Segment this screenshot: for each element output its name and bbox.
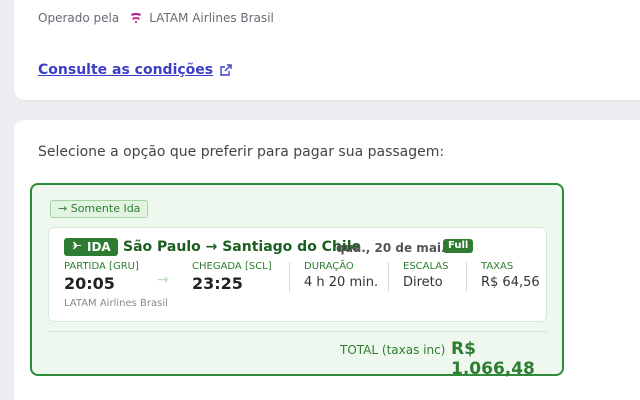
duration-label: DURAÇÃO: [304, 261, 354, 272]
operated-by: Operado pela LATAM Airlines Brasil: [38, 11, 274, 25]
divider: [388, 262, 389, 292]
stops-value: Direto: [403, 275, 443, 290]
one-way-tag: → Somente Ida: [50, 200, 149, 218]
arrival-info: CHEGADA [SCL] 23:25: [192, 261, 272, 293]
total-label: TOTAL (taxas inc): [340, 343, 446, 357]
operated-by-label: Operado pela: [38, 11, 120, 25]
duration-info: DURAÇÃO 4 h 20 min.: [304, 261, 378, 290]
direction-badge-label: IDA: [87, 240, 111, 254]
divider: [289, 262, 290, 292]
payment-option-card[interactable]: → Somente Ida IDA São Paulo → Santiago d…: [30, 183, 564, 379]
external-link-icon[interactable]: [219, 63, 233, 77]
payment-instruction: Selecione a opção que preferir para paga…: [38, 144, 445, 160]
flight-airline: LATAM Airlines Brasil: [64, 298, 168, 309]
taxes-label: TAXAS: [481, 261, 514, 272]
arrow-right-icon: →: [157, 272, 169, 288]
latam-logo-icon: [129, 11, 143, 25]
departure-label: PARTIDA [GRU]: [64, 261, 139, 272]
divider: [466, 262, 467, 292]
operating-airline: LATAM Airlines Brasil: [149, 11, 274, 25]
direction-badge: IDA: [64, 238, 118, 256]
taxes-info: TAXAS R$ 64,56: [481, 261, 540, 290]
arrival-time: 23:25: [192, 274, 243, 293]
total-divider: [48, 331, 547, 332]
flight-date: qua., 20 de mai.: [336, 241, 446, 255]
arrival-label: CHEGADA [SCL]: [192, 261, 272, 272]
departure-info: PARTIDA [GRU] 20:05: [64, 261, 139, 293]
fare-badge: Full: [443, 239, 474, 253]
duration-value: 4 h 20 min.: [304, 275, 379, 290]
stops-info: ESCALAS Direto: [403, 261, 448, 290]
conditions-link-label[interactable]: Consulte as condições: [38, 62, 213, 78]
flight-summary: IDA São Paulo → Santiago do Chile qua., …: [48, 227, 547, 322]
plane-icon: [71, 238, 82, 256]
conditions-link[interactable]: Consulte as condições: [38, 62, 233, 78]
stops-label: ESCALAS: [403, 261, 449, 272]
taxes-value: R$ 64,56: [481, 275, 540, 290]
departure-time: 20:05: [64, 274, 115, 293]
flight-route: São Paulo → Santiago do Chile: [123, 239, 362, 255]
total-price: R$ 1.066,48: [451, 339, 535, 379]
